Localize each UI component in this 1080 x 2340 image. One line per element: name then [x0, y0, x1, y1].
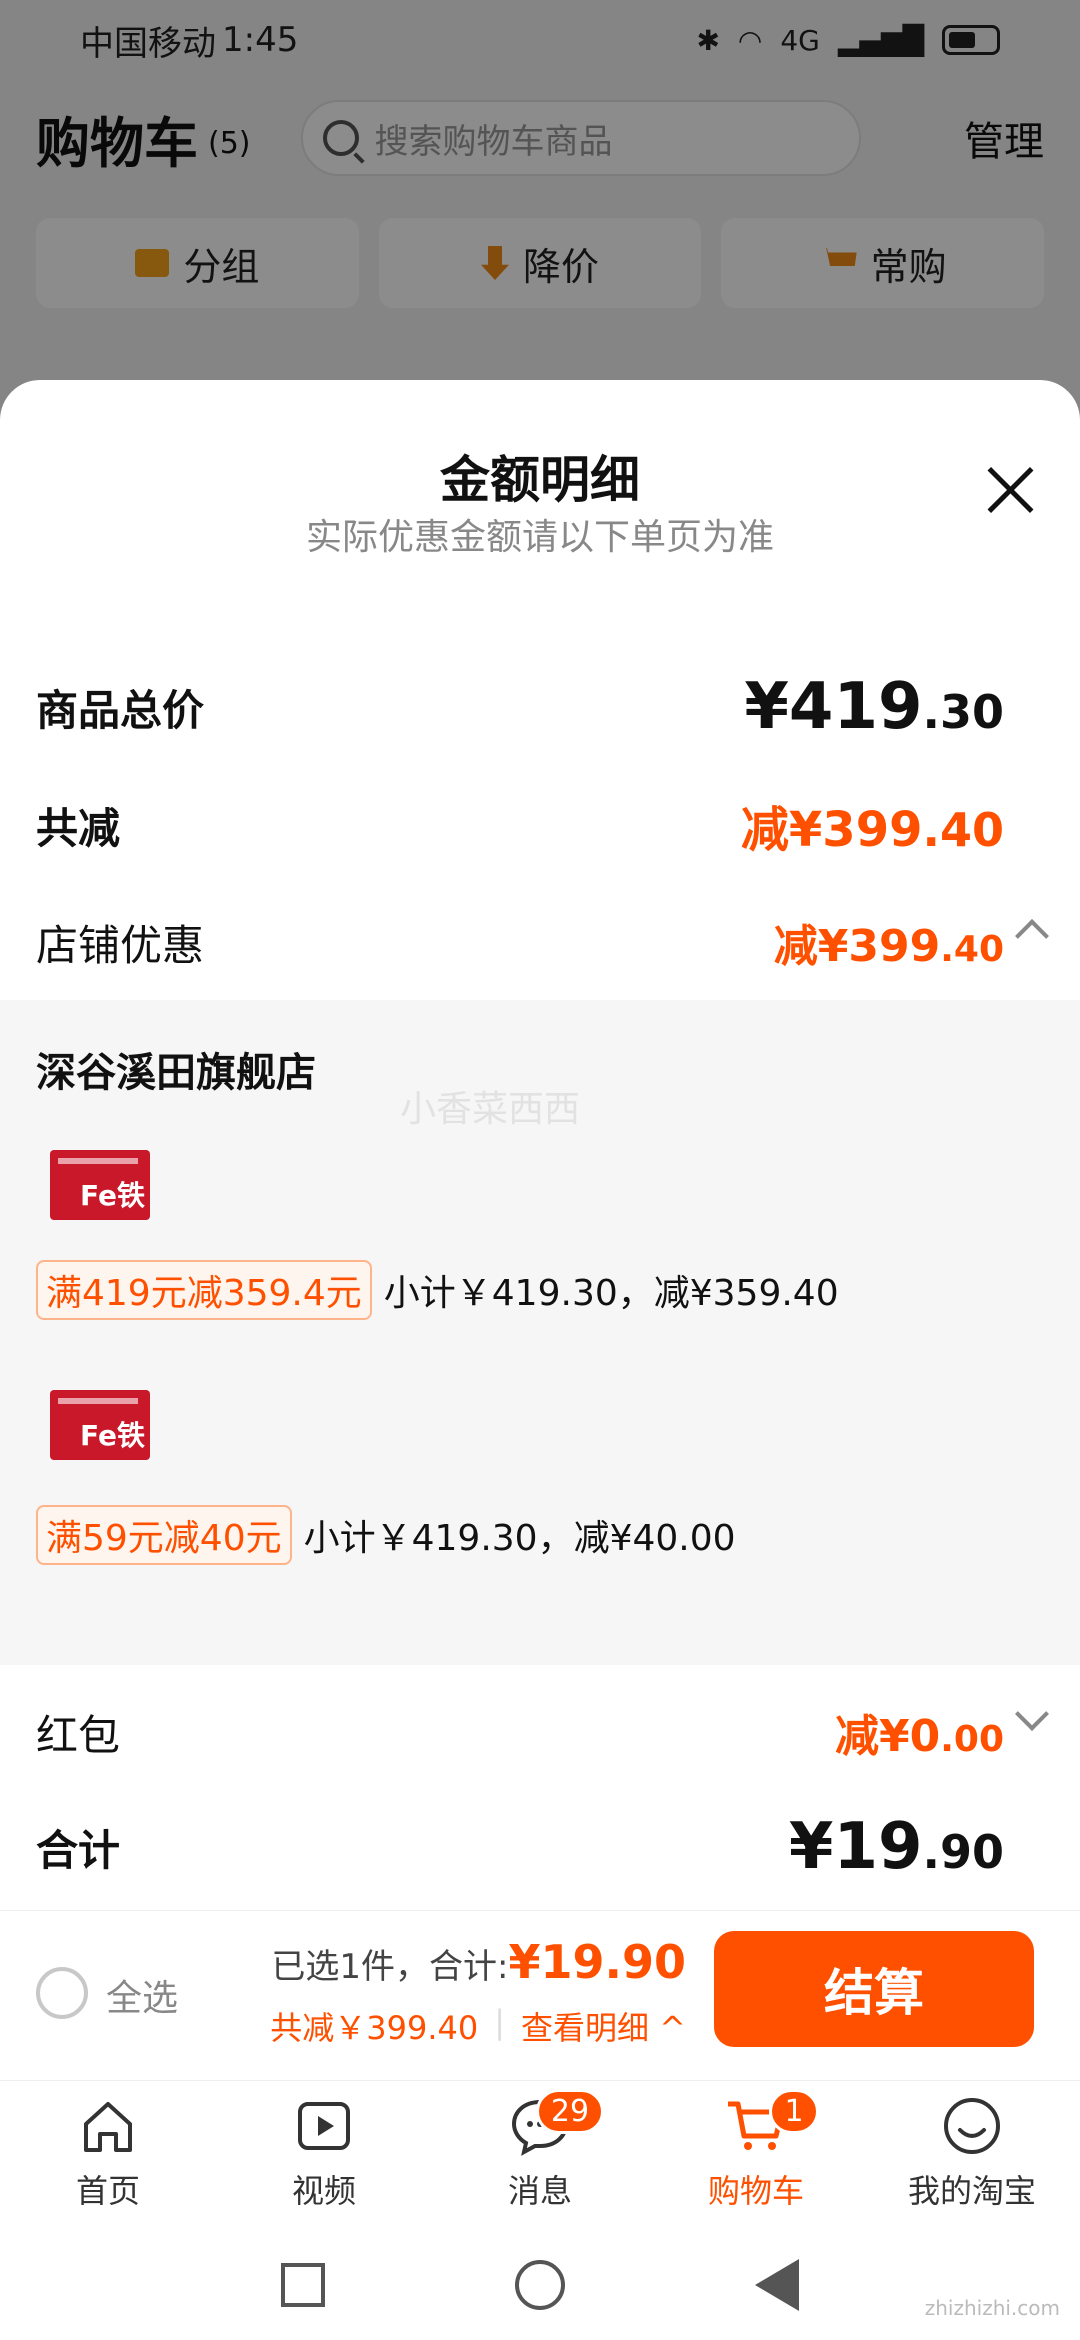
- redpacket-int: 减¥0: [834, 1711, 941, 1762]
- promo-text: 小计￥419.30，减¥359.40: [383, 1273, 839, 1314]
- shop-discount-row[interactable]: 店铺优惠 减¥399 .40: [36, 910, 1049, 974]
- promo-line: 满59元减40元 小计￥419.30，减¥40.00: [36, 1505, 736, 1565]
- nav-home[interactable]: 首页: [0, 2081, 216, 2230]
- shop-discount-value: 减¥399 .40: [774, 910, 1004, 974]
- reduce-int: 减¥399: [740, 802, 923, 858]
- home-circle-icon[interactable]: [515, 2260, 565, 2310]
- close-icon[interactable]: [980, 460, 1040, 520]
- total-value: ¥419 .30: [744, 670, 1004, 744]
- shop-discount-dec: .40: [940, 929, 1004, 970]
- product-thumbnail: Fe铁: [50, 1390, 150, 1460]
- reduce-row: 共减 减¥399 .40: [36, 790, 1004, 860]
- profile-icon: [944, 2098, 1000, 2154]
- nav-cart[interactable]: 购物车 1: [648, 2081, 864, 2230]
- sum-value: ¥19 .90: [789, 1810, 1004, 1884]
- back-icon[interactable]: [755, 2259, 799, 2311]
- site-watermark: zhizhizhi.com: [924, 2296, 1060, 2320]
- nav-label: 购物车: [707, 2172, 804, 2210]
- watermark: 小香菜西西: [400, 1089, 581, 1130]
- store-name: 深谷溪田旗舰店: [36, 1050, 316, 1096]
- product-thumbnail: Fe铁: [50, 1150, 150, 1220]
- promo-line: 满419元减359.4元 小计￥419.30，减¥359.40: [36, 1260, 839, 1320]
- system-nav-bar: zhizhizhi.com: [0, 2230, 1080, 2340]
- chevron-up-icon: [1015, 919, 1049, 953]
- sum-dec: .90: [922, 1825, 1005, 1879]
- home-icon: [84, 2102, 132, 2152]
- checkout-bar: 全选 已选1件，合计: ¥19.90 共减￥399.40 | 查看明细 ^ 结算: [0, 1910, 1080, 2080]
- sum-row: 合计 ¥19 .90: [36, 1810, 1004, 1884]
- redpacket-value: 减¥0 .00: [835, 1700, 1004, 1764]
- sheet-title: 金额明细: [440, 451, 640, 509]
- recents-icon[interactable]: [281, 2263, 325, 2307]
- bottom-nav: 首页 视频 消息 29 购物车 1 我的淘宝: [0, 2080, 1080, 2230]
- checkout-button[interactable]: 结算: [714, 1931, 1034, 2047]
- promo-tag: 满419元减359.4元: [36, 1260, 372, 1320]
- redpacket-row[interactable]: 红包 减¥0 .00: [36, 1697, 1049, 1764]
- divider: |: [494, 2003, 505, 2041]
- total-int: ¥419: [744, 670, 923, 744]
- selected-text: 已选1件，合计:: [271, 1947, 509, 1987]
- sum-label: 合计: [36, 1825, 121, 1875]
- total-row: 商品总价 ¥419 .30: [36, 670, 1004, 744]
- reduce-label: 共减: [36, 803, 121, 853]
- video-icon: [298, 2102, 350, 2150]
- nav-label: 我的淘宝: [907, 2172, 1036, 2210]
- redpacket-label: 红包: [36, 1710, 121, 1760]
- cart-badge: 1: [769, 2089, 819, 2134]
- select-all-radio[interactable]: [36, 1967, 88, 2019]
- nav-label: 首页: [75, 2172, 140, 2210]
- redpacket-dec: .00: [940, 1719, 1004, 1760]
- selected-price: ¥19.90: [508, 1935, 686, 1989]
- reduced-text: 共减￥399.40: [270, 2009, 479, 2047]
- nav-label: 消息: [507, 2172, 572, 2210]
- nav-label: 视频: [291, 2172, 356, 2210]
- select-all-label[interactable]: 全选: [106, 1969, 178, 2021]
- promo-tag: 满59元减40元: [36, 1505, 292, 1565]
- chevron-down-icon: [1015, 1697, 1049, 1731]
- total-label: 商品总价: [36, 685, 205, 735]
- shop-discount-label: 店铺优惠: [36, 920, 205, 970]
- reduced-summary: 共减￥399.40 | 查看明细 ^: [270, 2003, 686, 2049]
- nav-video[interactable]: 视频: [216, 2081, 432, 2230]
- reduce-value: 减¥399 .40: [741, 790, 1004, 860]
- message-badge: 29: [535, 2089, 605, 2134]
- reduce-dec: .40: [922, 803, 1005, 857]
- promo-text: 小计￥419.30，减¥40.00: [303, 1518, 736, 1559]
- total-dec: .30: [922, 685, 1005, 739]
- sheet-subtitle: 实际优惠金额请以下单页为准: [305, 517, 774, 558]
- shop-discount-detail: 深谷溪田旗舰店 小香菜西西 Fe铁 满419元减359.4元 小计￥419.30…: [0, 1000, 1080, 1665]
- nav-messages[interactable]: 消息 29: [432, 2081, 648, 2230]
- amount-detail-sheet: 金额明细 实际优惠金额请以下单页为准 商品总价 ¥419 .30 共减 减¥39…: [0, 380, 1080, 2080]
- nav-profile[interactable]: 我的淘宝: [864, 2081, 1080, 2230]
- selected-summary: 已选1件，合计: ¥19.90: [271, 1935, 686, 1989]
- sum-int: ¥19: [788, 1810, 923, 1884]
- shop-discount-int: 减¥399: [773, 921, 941, 972]
- view-detail-link[interactable]: 查看明细 ^: [521, 2003, 686, 2049]
